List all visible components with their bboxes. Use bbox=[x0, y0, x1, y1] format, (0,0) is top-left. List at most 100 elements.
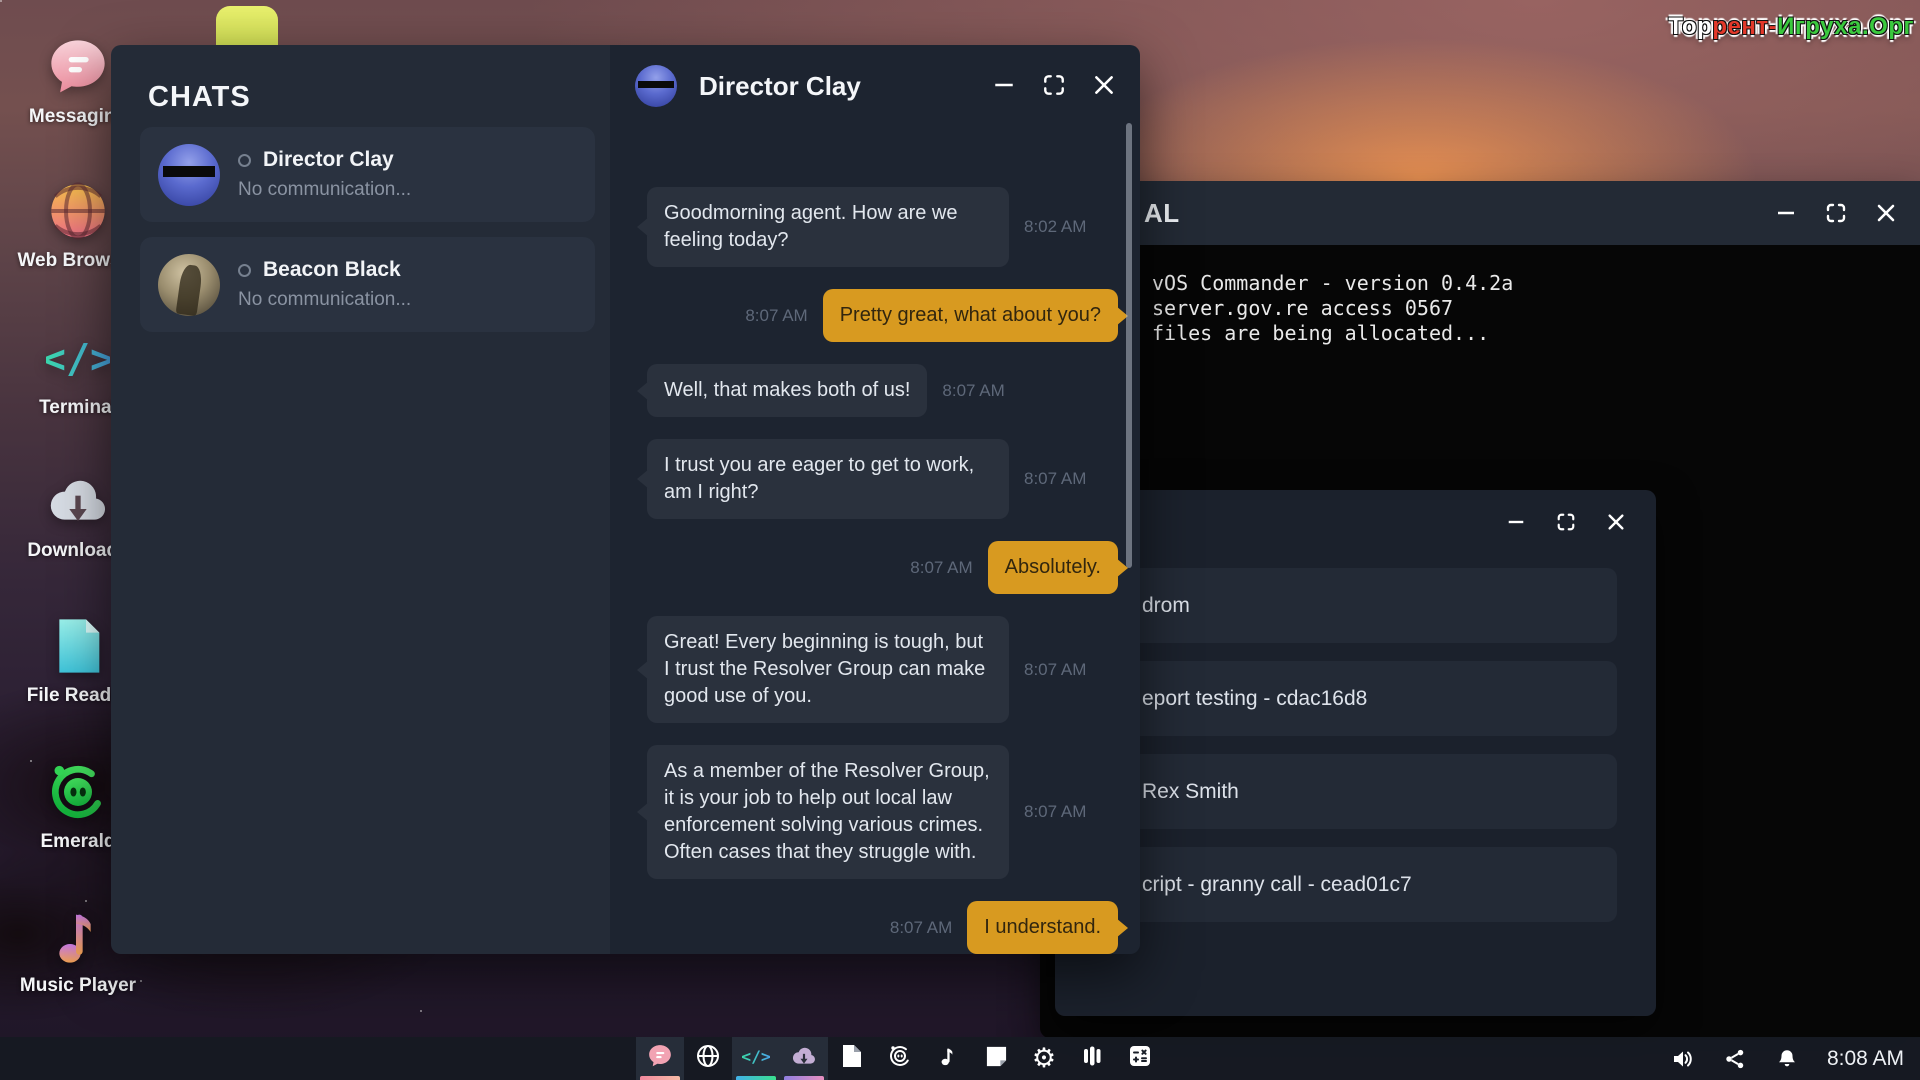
active-indicator bbox=[736, 1076, 776, 1080]
message-received: As a member of the Resolver Group, it is… bbox=[647, 745, 1118, 879]
avatar bbox=[158, 254, 220, 316]
message-time: 8:07 AM bbox=[910, 558, 972, 578]
taskbar-settings[interactable]: ⚙ bbox=[1020, 1037, 1068, 1080]
terminal-titlebar[interactable]: AL bbox=[1040, 181, 1920, 245]
taskbar-emerald[interactable] bbox=[876, 1037, 924, 1080]
message-bubble: As a member of the Resolver Group, it is… bbox=[647, 745, 1009, 879]
chat-minimize-button[interactable] bbox=[992, 73, 1016, 97]
terminal-maximize-button[interactable] bbox=[1824, 201, 1848, 225]
cloud-download-icon bbox=[46, 469, 110, 533]
desktop-icon-label: Terminal bbox=[39, 397, 117, 419]
list-item[interactable]: eport testing - cdac16d8 bbox=[1085, 661, 1617, 736]
terminal-line: vOS Commander - version 0.4.2a bbox=[1152, 271, 1920, 296]
message-bubble: I trust you are eager to get to work, am… bbox=[647, 439, 1009, 519]
watermark-segment: Игруха bbox=[1777, 13, 1862, 40]
taskbar-downloads[interactable] bbox=[780, 1037, 828, 1080]
document-icon bbox=[46, 614, 110, 678]
taskbar-calculator[interactable] bbox=[1116, 1037, 1164, 1080]
terminal-icon: </> bbox=[46, 326, 110, 390]
gear-icon: ⚙ bbox=[1032, 1045, 1056, 1072]
globe-icon bbox=[696, 1044, 720, 1073]
chat-contact-name: Beacon Black bbox=[263, 258, 401, 282]
desktop-icon-label: Emerald bbox=[41, 831, 116, 853]
message-time: 8:07 AM bbox=[745, 306, 807, 326]
avatar bbox=[158, 144, 220, 206]
watermark-segment: рент- bbox=[1712, 13, 1777, 40]
volume-icon[interactable] bbox=[1671, 1047, 1695, 1071]
chats-panel: CHATS Director Clay No communication... bbox=[111, 45, 610, 954]
message-time: 8:07 AM bbox=[1024, 802, 1086, 822]
cloud-download-icon bbox=[791, 1043, 817, 1074]
list-item[interactable]: cript - granny call - cead01c7 bbox=[1085, 847, 1617, 922]
message-bubble: I understand. bbox=[967, 901, 1118, 954]
taskbar-messaging[interactable] bbox=[636, 1037, 684, 1080]
list-window-close-button[interactable] bbox=[1604, 510, 1628, 534]
document-icon bbox=[841, 1044, 863, 1073]
chat-scrollbar[interactable] bbox=[1126, 123, 1132, 568]
terminal-line: server.gov.re access 0567 bbox=[1152, 296, 1920, 321]
sticky-note-icon bbox=[985, 1045, 1008, 1073]
chat-preview: No communication... bbox=[238, 289, 411, 311]
taskbar: </> ⚙ 8:08 A bbox=[0, 1037, 1920, 1080]
list-item[interactable]: Rex Smith bbox=[1085, 754, 1617, 829]
message-time: 8:07 AM bbox=[1024, 469, 1086, 489]
chats-panel-title: CHATS bbox=[148, 81, 251, 114]
conversation-header[interactable]: Director Clay bbox=[610, 45, 1140, 163]
message-bubble: Well, that makes both of us! bbox=[647, 364, 927, 417]
wallpaper-stars bbox=[0, 0, 2, 2]
emerald-bot-icon bbox=[888, 1044, 912, 1073]
message-bubble: Great! Every beginning is tough, but I t… bbox=[647, 616, 1009, 723]
taskbar-panels[interactable] bbox=[1068, 1037, 1116, 1080]
chat-close-button[interactable] bbox=[1092, 73, 1116, 97]
chat-maximize-button[interactable] bbox=[1042, 73, 1066, 97]
watermark-segment: Тор bbox=[1668, 13, 1712, 40]
messaging-window: CHATS Director Clay No communication... bbox=[111, 45, 1140, 954]
list-item-label: Rex Smith bbox=[1142, 780, 1239, 804]
conversation-panel: Director Clay Goodmorning agent. How are… bbox=[610, 45, 1140, 954]
music-note-icon bbox=[46, 904, 110, 968]
terminal-close-button[interactable] bbox=[1874, 201, 1898, 225]
globe-icon bbox=[46, 179, 110, 243]
status-indicator-icon bbox=[238, 264, 251, 277]
message-sent: 8:07 AM I understand. bbox=[647, 901, 1118, 954]
taskbar-notes[interactable] bbox=[972, 1037, 1020, 1080]
message-time: 8:02 AM bbox=[1024, 217, 1086, 237]
list-window-titlebar[interactable] bbox=[1055, 490, 1656, 540]
list-item-label: drom bbox=[1142, 594, 1190, 618]
status-indicator-icon bbox=[238, 154, 251, 167]
list-window-maximize-button[interactable] bbox=[1554, 510, 1578, 534]
message-received: Goodmorning agent. How are we feeling to… bbox=[647, 187, 1118, 267]
message-bubble: Pretty great, what about you? bbox=[823, 289, 1118, 342]
list-window-minimize-button[interactable] bbox=[1504, 510, 1528, 534]
active-indicator bbox=[640, 1076, 680, 1080]
terminal-output: vOS Commander - version 0.4.2a server.go… bbox=[1040, 245, 1920, 346]
message-time: 8:07 AM bbox=[1024, 660, 1086, 680]
desktop-icon-label: Music Player bbox=[20, 975, 136, 997]
message-sent: 8:07 AM Pretty great, what about you? bbox=[647, 289, 1118, 342]
message-sent: 8:07 AM Absolutely. bbox=[647, 541, 1118, 594]
message-received: I trust you are eager to get to work, am… bbox=[647, 439, 1118, 519]
watermark: Торрент-Игруха.Орг bbox=[1668, 13, 1914, 41]
panels-icon bbox=[1080, 1044, 1104, 1073]
taskbar-terminal[interactable]: </> bbox=[732, 1037, 780, 1080]
calculator-icon bbox=[1128, 1044, 1152, 1073]
clock: 8:08 AM bbox=[1827, 1047, 1904, 1071]
list-item[interactable]: drom bbox=[1085, 568, 1617, 643]
messaging-icon bbox=[647, 1043, 673, 1074]
messaging-icon bbox=[46, 35, 110, 99]
notifications-bell-icon[interactable] bbox=[1775, 1047, 1799, 1071]
share-icon[interactable] bbox=[1723, 1047, 1747, 1071]
message-received: Well, that makes both of us! 8:07 AM bbox=[647, 364, 1118, 417]
chat-list-item-director-clay[interactable]: Director Clay No communication... bbox=[140, 127, 595, 222]
svg-text:</>: </> bbox=[46, 337, 110, 383]
conversation-title: Director Clay bbox=[699, 71, 861, 102]
chat-preview: No communication... bbox=[238, 179, 411, 201]
message-time: 8:07 AM bbox=[890, 918, 952, 938]
taskbar-web-browser[interactable] bbox=[684, 1037, 732, 1080]
chat-list-item-beacon-black[interactable]: Beacon Black No communication... bbox=[140, 237, 595, 332]
terminal-minimize-button[interactable] bbox=[1774, 201, 1798, 225]
system-tray: 8:08 AM bbox=[1671, 1037, 1904, 1080]
taskbar-file-reader[interactable] bbox=[828, 1037, 876, 1080]
list-item-label: eport testing - cdac16d8 bbox=[1142, 687, 1367, 711]
taskbar-music-player[interactable] bbox=[924, 1037, 972, 1080]
